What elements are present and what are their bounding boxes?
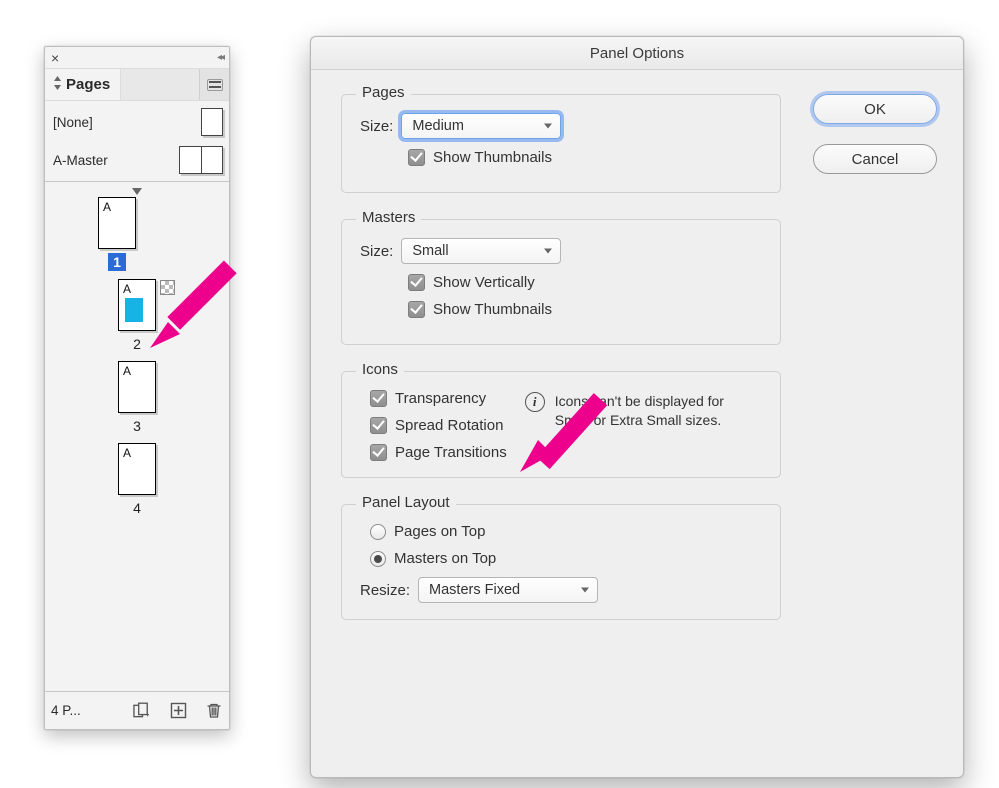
page-spread[interactable]: A 4 [45, 443, 229, 517]
master-thumbnail-spread [179, 146, 223, 174]
radio-label: Masters on Top [394, 550, 496, 567]
master-name: A-Master [53, 153, 108, 168]
master-row-none[interactable]: [None] [53, 103, 223, 141]
resize-select[interactable]: Masters Fixed [418, 577, 598, 603]
dialog-buttons: OK Cancel [813, 94, 937, 174]
master-thumbnail [201, 108, 223, 136]
updown-icon [53, 76, 62, 93]
select-value: Medium [412, 118, 464, 134]
panel-header: Pages [45, 69, 229, 101]
page-thumbnail[interactable]: A [118, 443, 156, 495]
row-transparency: Transparency [360, 390, 507, 407]
size-label: Size: [360, 243, 393, 260]
masters-area: [None] A-Master [45, 101, 229, 182]
row-spread-rotation: Spread Rotation [360, 417, 507, 434]
page-spread[interactable]: A 2 [45, 279, 229, 353]
binding-marker-icon [132, 188, 142, 195]
group-title: Pages [356, 84, 411, 101]
show-thumbnails-masters-checkbox[interactable] [408, 301, 425, 318]
tab-strip-spacer [121, 69, 199, 100]
panel-footer: 4 P... [45, 691, 229, 729]
show-vertically-checkbox[interactable] [408, 274, 425, 291]
dialog-body: Pages Size: Medium Show Thumbnails Maste… [311, 70, 963, 777]
show-thumbnails-checkbox[interactable] [408, 149, 425, 166]
masters-size-select[interactable]: Small [401, 238, 561, 264]
row-show-thumbnails: Show Thumbnails [360, 149, 762, 166]
group-title: Masters [356, 209, 421, 226]
info-text: Icons can't be displayed for Small or Ex… [555, 392, 733, 430]
group-icons: Icons Transparency Spread Rotation Page … [341, 371, 781, 478]
checkbox-label: Show Thumbnails [433, 149, 552, 166]
transparency-icon [160, 280, 175, 295]
row-masters-on-top: Masters on Top [360, 550, 762, 567]
pages-tab[interactable]: Pages [45, 69, 121, 100]
button-label: Cancel [852, 151, 899, 168]
group-title: Panel Layout [356, 494, 456, 511]
row-pages-on-top: Pages on Top [360, 523, 762, 540]
page-master-letter: A [103, 200, 111, 214]
select-value: Small [412, 243, 448, 259]
group-masters: Masters Size: Small Show Vertically Show… [341, 219, 781, 345]
spreads-area[interactable]: A 1 A 2 A 3 A 4 [45, 182, 229, 691]
row-resize: Resize: Masters Fixed [360, 577, 762, 603]
group-title: Icons [356, 361, 404, 378]
info-icon: i [525, 392, 545, 412]
page-thumbnail[interactable]: A [98, 197, 136, 249]
row-show-thumbnails-masters: Show Thumbnails [360, 301, 762, 318]
checkbox-label: Show Thumbnails [433, 301, 552, 318]
collapse-icon[interactable]: ◂◂ [217, 52, 223, 63]
close-icon[interactable]: × [51, 50, 59, 66]
page-spread[interactable]: A 1 [45, 197, 229, 271]
pages-on-top-radio[interactable] [370, 524, 386, 540]
panel-options-dialog: Panel Options Pages Size: Medium Show Th… [310, 36, 964, 778]
group-panel-layout: Panel Layout Pages on Top Masters on Top… [341, 504, 781, 620]
page-number-label: 3 [127, 417, 147, 435]
radio-label: Pages on Top [394, 523, 485, 540]
checkbox-label: Spread Rotation [395, 417, 503, 434]
masters-on-top-radio[interactable] [370, 551, 386, 567]
menu-icon [207, 79, 223, 91]
dialog-title: Panel Options [311, 37, 963, 70]
size-label: Size: [360, 118, 393, 135]
page-master-letter: A [123, 364, 131, 378]
page-number-label: 1 [108, 253, 126, 271]
page-content-block [125, 298, 143, 322]
page-number-label: 4 [127, 499, 147, 517]
checkbox-label: Show Vertically [433, 274, 535, 291]
page-thumbnail[interactable]: A [118, 361, 156, 413]
page-number-label: 2 [127, 335, 147, 353]
panel-titlebar: × ◂◂ [45, 47, 229, 69]
dialog-title-text: Panel Options [590, 45, 684, 62]
page-thumbnail[interactable]: A [118, 279, 156, 331]
pages-panel: × ◂◂ Pages [None] A-Master A [44, 46, 230, 730]
row-show-vertically: Show Vertically [360, 274, 762, 291]
checkbox-label: Transparency [395, 390, 486, 407]
resize-label: Resize: [360, 582, 410, 599]
select-value: Masters Fixed [429, 582, 520, 598]
panel-menu-button[interactable] [199, 69, 229, 100]
cancel-button[interactable]: Cancel [813, 144, 937, 174]
checkbox-label: Page Transitions [395, 444, 507, 461]
transparency-checkbox[interactable] [370, 390, 387, 407]
page-master-letter: A [123, 446, 131, 460]
spread-rotation-checkbox[interactable] [370, 417, 387, 434]
page-count-label: 4 P... [51, 703, 115, 718]
page-transitions-checkbox[interactable] [370, 444, 387, 461]
new-page-icon[interactable] [169, 702, 187, 720]
edit-page-size-icon[interactable] [133, 702, 151, 720]
delete-page-icon[interactable] [205, 702, 223, 720]
master-name: [None] [53, 115, 93, 130]
row-pages-size: Size: Medium [360, 113, 762, 139]
row-page-transitions: Page Transitions [360, 444, 507, 461]
pages-tab-label: Pages [66, 76, 110, 93]
row-masters-size: Size: Small [360, 238, 762, 264]
group-pages: Pages Size: Medium Show Thumbnails [341, 94, 781, 193]
pages-size-select[interactable]: Medium [401, 113, 561, 139]
page-spread[interactable]: A 3 [45, 361, 229, 435]
button-label: OK [864, 101, 886, 118]
page-master-letter: A [123, 282, 131, 296]
ok-button[interactable]: OK [813, 94, 937, 124]
master-row-a[interactable]: A-Master [53, 141, 223, 179]
